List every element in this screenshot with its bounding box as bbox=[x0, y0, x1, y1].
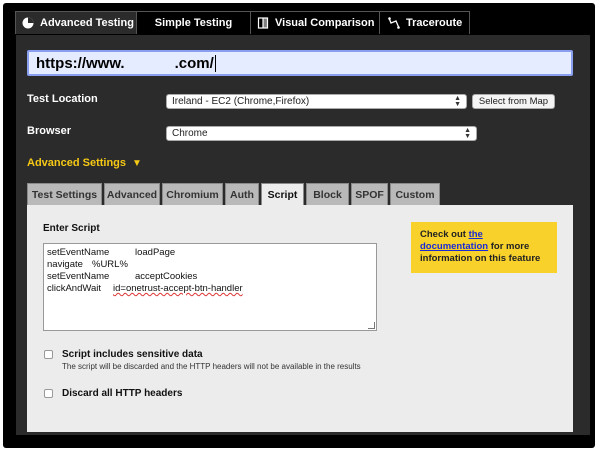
advanced-settings-toggle[interactable]: Advanced Settings ▼ bbox=[27, 157, 142, 169]
url-value: https://www. .com/ bbox=[36, 54, 214, 72]
browser-value: Chrome bbox=[172, 128, 208, 139]
tab-test-settings[interactable]: Test Settings bbox=[27, 183, 102, 205]
advanced-testing-panel: https://www. .com/ Test Location Ireland… bbox=[16, 35, 590, 435]
sensitive-data-label: Script includes sensitive data bbox=[62, 349, 203, 360]
discard-headers-label: Discard all HTTP headers bbox=[62, 388, 183, 399]
url-input[interactable]: https://www. .com/ bbox=[27, 50, 573, 76]
traceroute-icon bbox=[388, 17, 400, 29]
triangle-down-icon: ▼ bbox=[132, 157, 142, 169]
tab-simple-testing[interactable]: Simple Testing bbox=[137, 11, 251, 34]
script-textarea[interactable]: setEventName loadPage navigate %URL% setEv… bbox=[43, 243, 377, 331]
test-location-select[interactable]: Ireland - EC2 (Chrome,Firefox) ▲ ▼ bbox=[166, 94, 467, 109]
documentation-callout: Check out the documentation for more inf… bbox=[411, 222, 557, 273]
text-caret bbox=[214, 54, 216, 72]
documentation-link[interactable]: the bbox=[469, 229, 483, 240]
documentation-link[interactable]: documentation bbox=[420, 241, 488, 252]
script-line: clickAndWait id=onetrust-accept-btn-handl… bbox=[47, 283, 243, 294]
sensitive-data-checkbox[interactable] bbox=[44, 350, 53, 359]
app-frame: Advanced Testing Simple Testing Visual C… bbox=[3, 3, 595, 448]
resize-handle-icon[interactable] bbox=[368, 322, 375, 329]
tab-custom[interactable]: Custom bbox=[390, 183, 440, 205]
script-line: setEventName acceptCookies bbox=[47, 271, 198, 282]
tab-advanced-testing[interactable]: Advanced Testing bbox=[15, 11, 137, 34]
gauge-icon bbox=[22, 17, 34, 29]
tab-spof[interactable]: SPOF bbox=[351, 183, 388, 205]
browser-label: Browser bbox=[27, 125, 72, 137]
tab-chromium[interactable]: Chromium bbox=[162, 183, 223, 205]
tab-label: Visual Comparison bbox=[275, 17, 375, 29]
script-line: setEventName loadPage bbox=[47, 247, 176, 258]
test-location-value: Ireland - EC2 (Chrome,Firefox) bbox=[172, 96, 310, 107]
select-arrows-icon: ▲ ▼ bbox=[454, 94, 461, 108]
script-line: navigate %URL% bbox=[47, 259, 128, 270]
tab-label: Traceroute bbox=[406, 17, 463, 29]
discard-headers-checkbox[interactable] bbox=[44, 389, 53, 398]
select-from-map-button[interactable]: Select from Map bbox=[472, 94, 555, 109]
tab-block[interactable]: Block bbox=[306, 183, 349, 205]
tab-visual-comparison[interactable]: Visual Comparison bbox=[251, 11, 380, 34]
test-location-label: Test Location bbox=[27, 93, 98, 105]
main-tabs: Advanced Testing Simple Testing Visual C… bbox=[15, 11, 470, 34]
tab-label: Advanced Testing bbox=[40, 17, 134, 29]
tab-auth[interactable]: Auth bbox=[225, 183, 259, 205]
tab-label: Simple Testing bbox=[154, 17, 233, 29]
sensitive-data-note: The script will be discarded and the HTT… bbox=[62, 362, 361, 371]
settings-tabs: Test Settings Advanced Chromium Auth Scr… bbox=[27, 183, 442, 206]
browser-select[interactable]: Chrome ▲ ▼ bbox=[166, 126, 477, 141]
tab-traceroute[interactable]: Traceroute bbox=[380, 11, 470, 34]
tab-advanced[interactable]: Advanced bbox=[104, 183, 160, 205]
enter-script-heading: Enter Script bbox=[43, 223, 100, 234]
advanced-settings-label: Advanced Settings bbox=[27, 157, 127, 169]
script-tab-content: Enter Script setEventName loadPage naviga… bbox=[27, 205, 573, 432]
tab-script[interactable]: Script bbox=[261, 183, 304, 206]
select-arrows-icon: ▲ ▼ bbox=[464, 126, 471, 140]
compare-icon bbox=[257, 17, 269, 29]
